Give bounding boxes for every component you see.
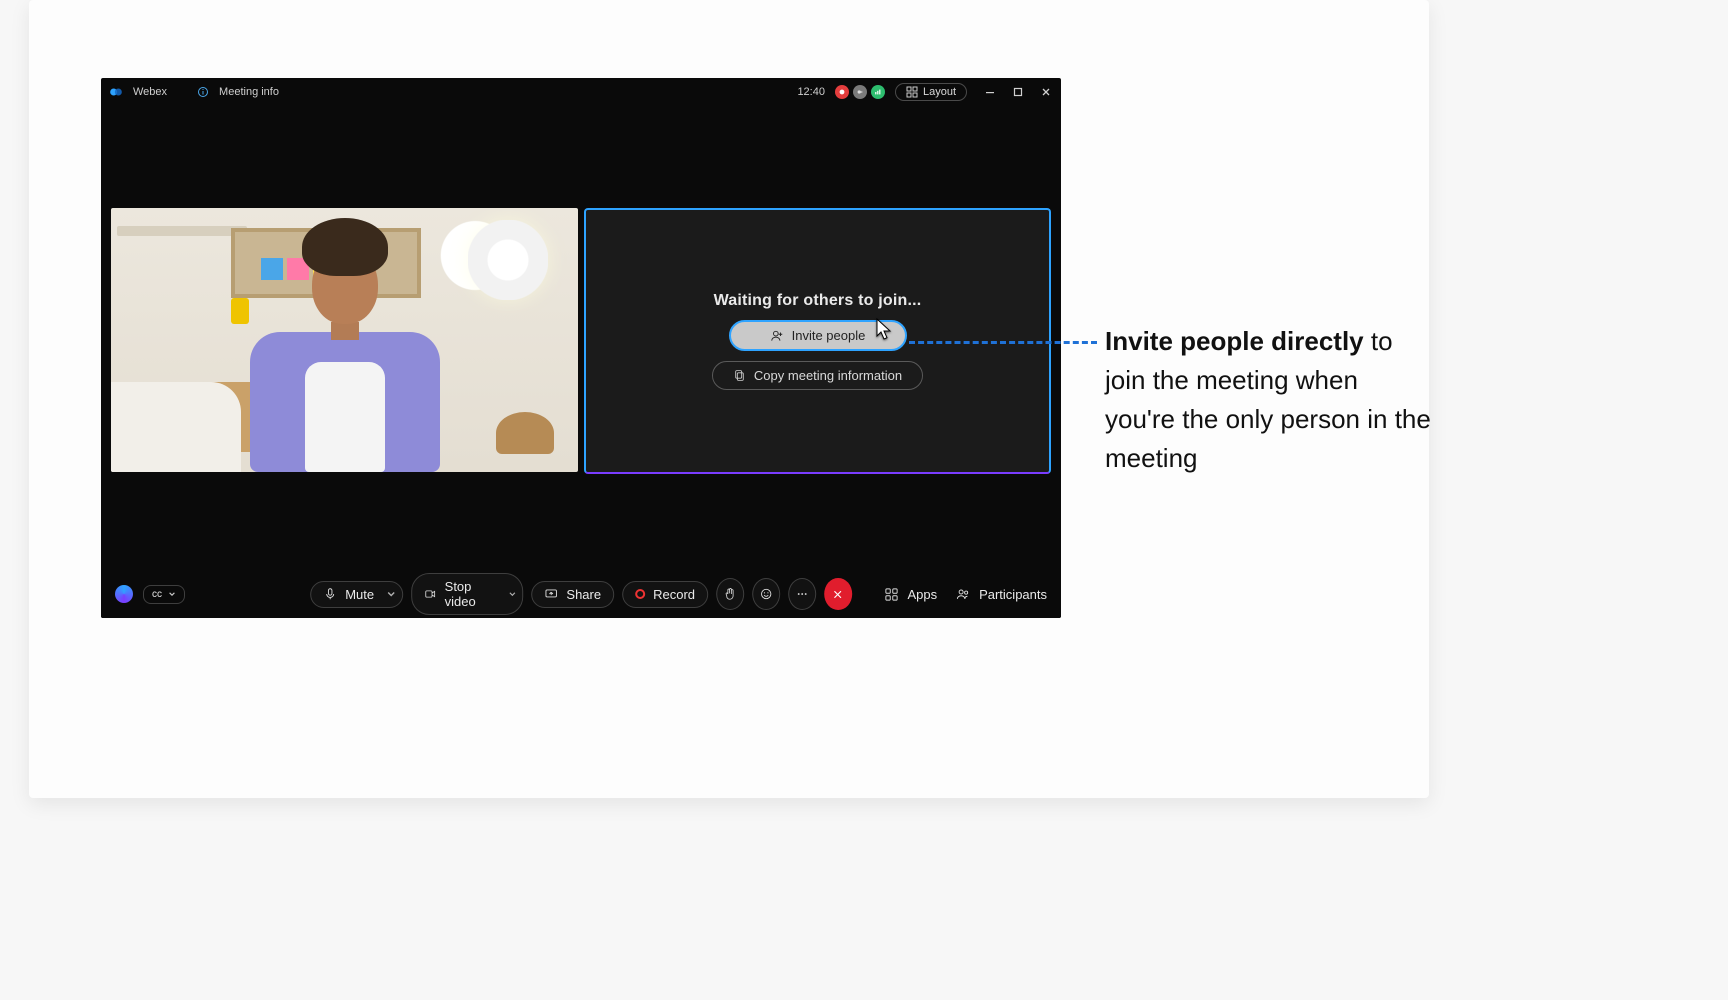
meeting-toolbar: cc Mute Stop video <box>101 570 1061 618</box>
callout-text: Invite people directly to join the meeti… <box>1105 322 1435 478</box>
smile-icon <box>759 587 773 601</box>
layout-button[interactable]: Layout <box>895 83 967 101</box>
raise-hand-button[interactable] <box>716 578 744 610</box>
recording-indicator-icon[interactable] <box>835 85 849 99</box>
self-video-tile[interactable] <box>111 208 578 472</box>
webex-meeting-window: Webex Meeting info 12:40 <box>101 78 1061 618</box>
layout-label: Layout <box>923 86 956 98</box>
title-bar: Webex Meeting info 12:40 <box>101 78 1061 106</box>
window-minimize-button[interactable] <box>983 85 997 99</box>
callout-bold: Invite people directly <box>1105 326 1364 356</box>
waiting-title: Waiting for others to join... <box>714 292 922 310</box>
mute-label: Mute <box>345 587 374 602</box>
microphone-icon <box>323 587 337 601</box>
participants-label: Participants <box>979 587 1047 602</box>
app-name: Webex <box>133 86 167 98</box>
invite-people-button[interactable]: Invite people <box>729 320 907 351</box>
stop-video-label: Stop video <box>445 579 496 609</box>
assistant-icon[interactable] <box>115 585 133 603</box>
copy-meeting-info-button[interactable]: Copy meeting information <box>712 361 923 390</box>
clock: 12:40 <box>797 86 825 98</box>
copy-meeting-info-label: Copy meeting information <box>754 368 902 383</box>
chevron-down-icon[interactable] <box>508 589 516 599</box>
status-indicators <box>835 85 885 99</box>
webex-logo-icon <box>109 85 123 99</box>
share-label: Share <box>566 587 601 602</box>
network-indicator-icon[interactable] <box>871 85 885 99</box>
invite-people-label: Invite people <box>792 328 866 343</box>
self-video-illustration <box>111 208 578 472</box>
mute-button[interactable]: Mute <box>310 581 403 608</box>
more-horizontal-icon <box>795 587 809 601</box>
captions-label: cc <box>152 589 162 600</box>
apps-button[interactable]: Apps <box>884 587 937 602</box>
video-camera-icon <box>424 587 437 601</box>
captions-button[interactable]: cc <box>143 585 185 604</box>
record-button[interactable]: Record <box>622 581 708 608</box>
chevron-down-icon <box>168 590 176 598</box>
end-meeting-button[interactable] <box>824 578 852 610</box>
reactions-button[interactable] <box>752 578 780 610</box>
share-button[interactable]: Share <box>531 581 614 608</box>
raise-hand-icon <box>723 587 737 601</box>
encryption-indicator-icon[interactable] <box>853 85 867 99</box>
chevron-down-icon[interactable] <box>386 589 396 599</box>
meeting-info-button[interactable]: Meeting info <box>219 86 279 98</box>
documentation-slide: Webex Meeting info 12:40 <box>0 0 1728 1000</box>
window-close-button[interactable] <box>1039 85 1053 99</box>
copy-icon <box>733 369 746 382</box>
slide-panel: Webex Meeting info 12:40 <box>29 0 1429 798</box>
participants-button[interactable]: Participants <box>955 587 1047 602</box>
record-icon <box>635 589 645 599</box>
share-screen-icon <box>544 587 558 601</box>
apps-grid-icon <box>884 587 899 602</box>
stop-video-button[interactable]: Stop video <box>411 573 523 615</box>
apps-label: Apps <box>907 587 937 602</box>
record-label: Record <box>653 587 695 602</box>
window-maximize-button[interactable] <box>1011 85 1025 99</box>
layout-grid-icon <box>906 86 918 98</box>
meeting-info-icon[interactable] <box>197 86 209 98</box>
callout-connector-line <box>909 341 1097 344</box>
person-add-icon <box>770 329 784 343</box>
close-icon <box>831 588 844 601</box>
more-options-button[interactable] <box>788 578 816 610</box>
participants-icon <box>955 587 971 602</box>
